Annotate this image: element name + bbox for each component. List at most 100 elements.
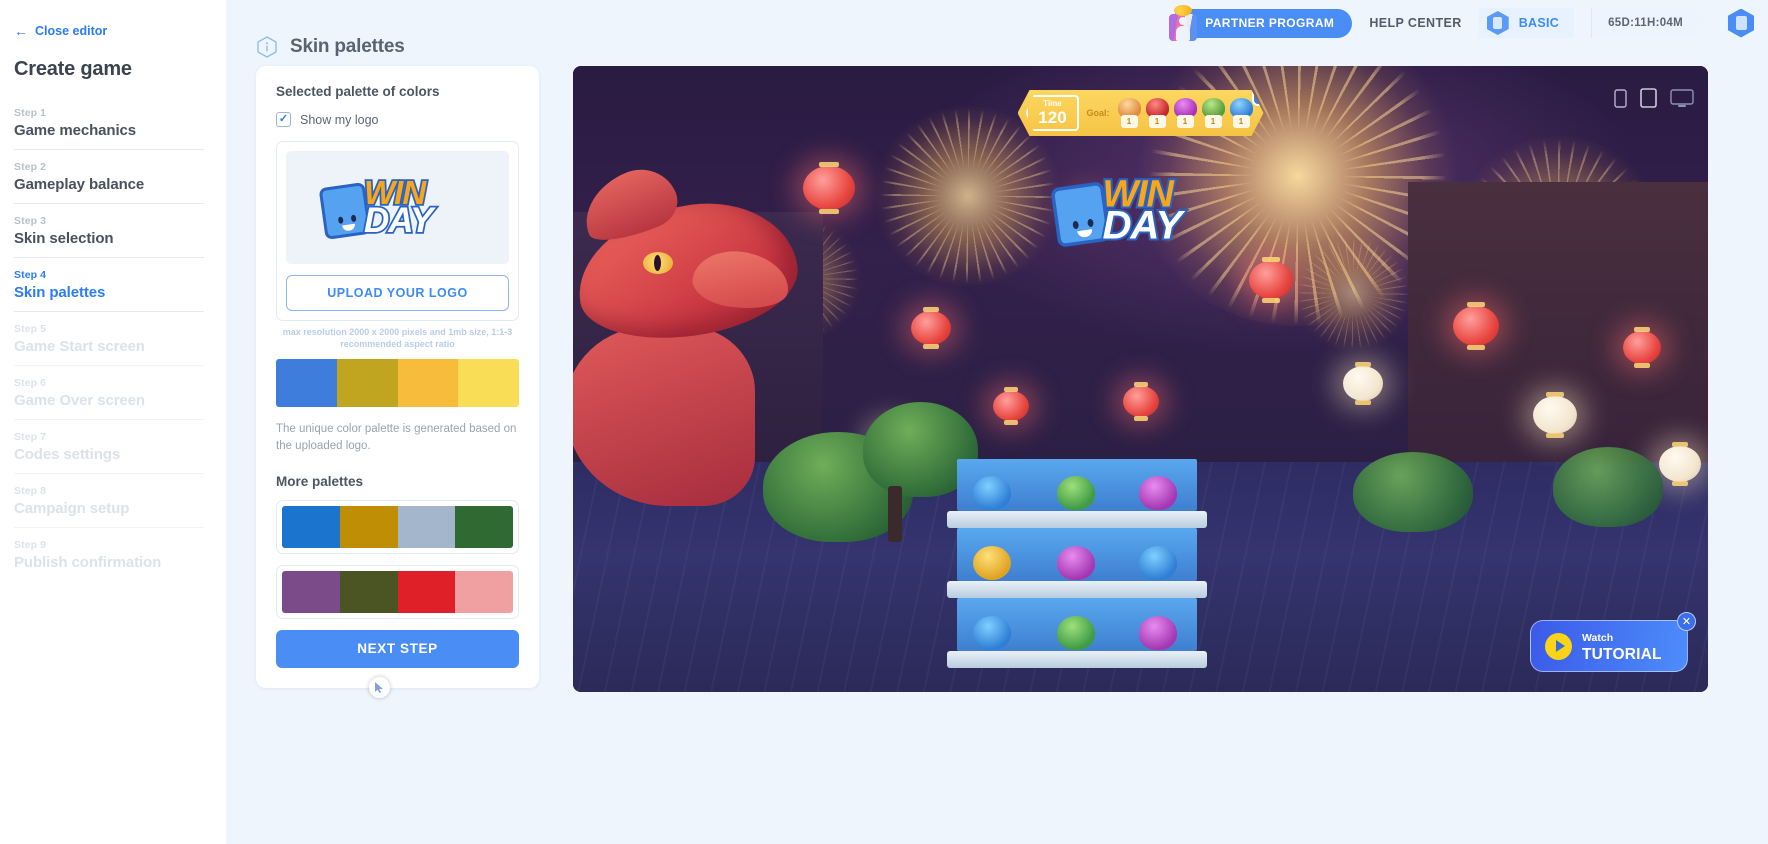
help-center-link[interactable]: HELP CENTER bbox=[1369, 16, 1461, 30]
mouse-cursor bbox=[369, 677, 390, 698]
swatch-2-4 bbox=[455, 570, 513, 613]
swatch-1-2 bbox=[339, 505, 398, 548]
palette-swatches bbox=[282, 570, 513, 613]
step-number: Step 8 bbox=[14, 485, 47, 497]
mascot-eye-right bbox=[350, 214, 357, 222]
swatch-selected-4[interactable] bbox=[458, 359, 519, 408]
step-label: Codes settings bbox=[14, 446, 121, 463]
hud-time-label: Time bbox=[1043, 99, 1062, 108]
step-label: Publish confirmation bbox=[14, 554, 162, 571]
step-number: Step 9 bbox=[14, 539, 47, 551]
bush-decoration bbox=[1353, 452, 1473, 532]
mascot-eye-left bbox=[1071, 220, 1079, 230]
step-label: Game Start screen bbox=[14, 338, 145, 355]
prize-podium bbox=[947, 459, 1207, 676]
partner-program-label: PARTNER PROGRAM bbox=[1205, 16, 1335, 30]
step-label: Gameplay balance bbox=[14, 176, 145, 193]
swatch-selected-1[interactable] bbox=[276, 359, 337, 408]
plan-icon bbox=[1486, 11, 1509, 35]
sidebar-step-8[interactable]: Step 8 Campaign setup bbox=[14, 485, 204, 528]
close-editor-button[interactable]: ← Close editor bbox=[14, 24, 204, 38]
app-root: ← Close editor Create game Step 1 Game m… bbox=[0, 0, 1768, 844]
upload-logo-button[interactable]: UPLOAD YOUR LOGO bbox=[286, 275, 509, 311]
sidebar-step-3[interactable]: Step 3 Skin selection bbox=[14, 215, 204, 258]
mascot-eye-right bbox=[1086, 218, 1094, 228]
goal-item: 1 bbox=[1117, 98, 1142, 128]
device-preview-toggles bbox=[1614, 88, 1694, 113]
sidebar-step-4[interactable]: Step 4 Skin palettes bbox=[14, 269, 204, 312]
hud-time-value: 120 bbox=[1038, 108, 1067, 127]
sidebar-step-5[interactable]: Step 5 Game Start screen bbox=[14, 323, 204, 366]
plan-badge[interactable]: BASIC bbox=[1478, 8, 1575, 38]
swatch-selected-2[interactable] bbox=[336, 359, 398, 408]
step-number: Step 1 bbox=[14, 107, 47, 119]
goal-item: 1 bbox=[1229, 98, 1254, 128]
swatch-2-3 bbox=[397, 570, 456, 613]
goal-item: 1 bbox=[1173, 98, 1198, 128]
game-brand-logo: WIN DAY bbox=[1049, 166, 1229, 256]
logo-mascot-face bbox=[336, 213, 364, 232]
show-my-logo-checkbox[interactable]: ✓ bbox=[276, 112, 291, 127]
tablet-preview-icon[interactable] bbox=[1640, 88, 1657, 113]
close-editor-label: Close editor bbox=[35, 24, 108, 38]
goal-item: 1 bbox=[1201, 98, 1226, 128]
hud-goal-items: 1 1 1 1 1 bbox=[1117, 98, 1254, 128]
swatch-1-4 bbox=[455, 505, 513, 548]
step-label: Campaign setup bbox=[14, 500, 130, 517]
sidebar-step-2[interactable]: Step 2 Gameplay balance bbox=[14, 161, 204, 204]
preview-wrapper: Time 120 Goal: 1 1 1 1 1 WIN DAY Watch T… bbox=[573, 66, 1738, 692]
lantern-icon bbox=[1659, 442, 1701, 486]
step-label: Game mechanics bbox=[14, 122, 136, 139]
logo-preview-card: WIN DAY UPLOAD YOUR LOGO bbox=[276, 141, 519, 321]
watch-tutorial-button[interactable]: Watch TUTORIAL ✕ bbox=[1530, 612, 1696, 672]
swatch-2-1 bbox=[282, 570, 340, 613]
prize-item bbox=[973, 546, 1011, 580]
step-number: Step 4 bbox=[14, 269, 47, 281]
sidebar-step-6[interactable]: Step 6 Game Over screen bbox=[14, 377, 204, 420]
goal-item-count: 1 bbox=[1204, 115, 1222, 128]
palette-swatches bbox=[282, 505, 513, 548]
goal-item: 1 bbox=[1145, 98, 1170, 128]
brand-logo: WIN DAY bbox=[318, 169, 475, 247]
swatch-selected-3[interactable] bbox=[397, 359, 459, 408]
prize-item bbox=[1139, 546, 1177, 580]
logo-text-bottom: DAY bbox=[362, 200, 435, 240]
prize-item bbox=[973, 616, 1011, 650]
lantern-icon bbox=[911, 307, 951, 349]
play-icon bbox=[1545, 632, 1572, 660]
step-number: Step 5 bbox=[14, 323, 47, 335]
step-label: Game Over screen bbox=[14, 392, 145, 409]
plan-label: BASIC bbox=[1518, 16, 1560, 30]
tutorial-labels: Watch TUTORIAL bbox=[1582, 628, 1662, 663]
desktop-preview-icon[interactable] bbox=[1670, 88, 1694, 113]
logo-mascot-face bbox=[1070, 218, 1102, 239]
partner-program-button[interactable]: PARTNER PROGRAM bbox=[1169, 4, 1353, 41]
swatch-2-2 bbox=[339, 570, 398, 613]
logo-preview-box: WIN DAY bbox=[286, 151, 509, 264]
account-avatar[interactable] bbox=[1728, 8, 1754, 38]
sidebar-step-7[interactable]: Step 7 Codes settings bbox=[14, 431, 204, 474]
sidebar-step-9[interactable]: Step 9 Publish confirmation bbox=[14, 539, 204, 581]
shelf-mid bbox=[947, 581, 1207, 598]
sidebar-step-1[interactable]: Step 1 Game mechanics bbox=[14, 107, 204, 150]
game-logo-text-bottom: DAY bbox=[1100, 202, 1184, 248]
mobile-preview-icon[interactable] bbox=[1614, 88, 1627, 113]
top-header-bar: PARTNER PROGRAM HELP CENTER BASIC 65D:11… bbox=[226, 0, 1768, 46]
prize-item bbox=[1057, 476, 1095, 510]
tutorial-close-icon[interactable]: ✕ bbox=[1677, 612, 1696, 631]
more-palette-option-2[interactable] bbox=[276, 564, 519, 619]
more-palette-option-1[interactable] bbox=[276, 499, 519, 554]
game-preview[interactable]: Time 120 Goal: 1 1 1 1 1 WIN DAY Watch T… bbox=[573, 66, 1708, 692]
lantern-icon bbox=[993, 387, 1029, 425]
game-hud: Time 120 Goal: 1 1 1 1 1 bbox=[1017, 90, 1264, 136]
lantern-icon bbox=[1533, 392, 1577, 438]
dragon-body bbox=[573, 326, 755, 506]
step-label: Skin selection bbox=[14, 230, 114, 247]
swatch-1-3 bbox=[397, 505, 456, 548]
step-number: Step 2 bbox=[14, 161, 47, 173]
show-my-logo-label: Show my logo bbox=[300, 112, 379, 127]
show-my-logo-row[interactable]: ✓ Show my logo bbox=[276, 112, 519, 127]
selected-palette-swatches[interactable] bbox=[276, 359, 519, 408]
upload-hint: max resolution 2000 x 2000 pixels and 1m… bbox=[282, 327, 513, 349]
next-step-button[interactable]: NEXT STEP bbox=[276, 629, 519, 668]
